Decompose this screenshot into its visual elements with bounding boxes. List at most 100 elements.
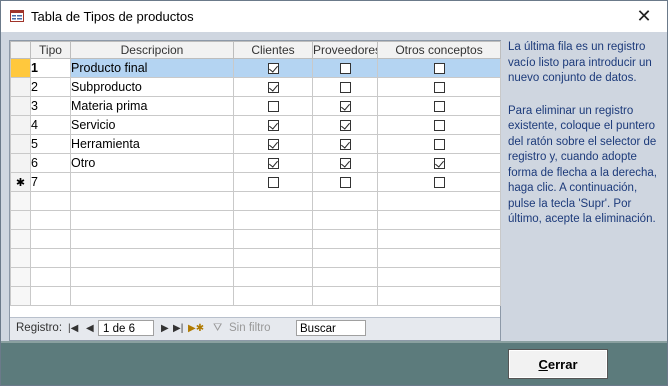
record-selector[interactable] [10, 153, 31, 173]
descripcion-cell[interactable]: Producto final [70, 58, 234, 78]
filter-status[interactable]: Sin filtro [229, 322, 271, 334]
empty-cell [70, 248, 234, 268]
tipo-cell[interactable]: 7 [30, 172, 71, 192]
empty-cell [312, 286, 378, 306]
first-record-icon[interactable]: |◀ [68, 323, 78, 334]
close-button-label: errar [547, 356, 578, 372]
column-header[interactable]: Descripcion [70, 41, 234, 59]
proveedores-checkbox[interactable] [339, 62, 351, 74]
otros-checkbox[interactable] [433, 138, 445, 150]
last-record-icon[interactable]: ▶| [173, 323, 183, 334]
otros-checkbox[interactable] [433, 176, 445, 188]
clientes-checkbox[interactable] [267, 81, 279, 93]
proveedores-checkbox[interactable] [339, 138, 351, 150]
prev-record-icon[interactable]: ◀ [86, 323, 94, 334]
table-row[interactable]: 5 Herramienta [10, 134, 501, 154]
proveedores-checkbox[interactable] [339, 100, 351, 112]
filter-icon[interactable]: ⛛ [213, 322, 222, 335]
tipo-cell[interactable]: 3 [30, 96, 71, 116]
descripcion-cell[interactable]: Materia prima [70, 96, 234, 116]
form-body: Tipo Descripcion Clientes Proveedores Ot… [1, 32, 667, 341]
table-row[interactable]: 2 Subproducto [10, 77, 501, 97]
record-selector[interactable] [10, 115, 31, 135]
empty-cell [30, 191, 71, 211]
record-number-field[interactable]: 1 de 6 [98, 320, 154, 336]
otros-checkbox[interactable] [433, 100, 445, 112]
otros-checkbox[interactable] [433, 157, 445, 169]
dialog-window: Tabla de Tipos de productos ✕ Tipo Descr… [0, 0, 668, 386]
proveedores-cell [312, 153, 378, 173]
proveedores-checkbox[interactable] [339, 157, 351, 169]
descripcion-cell[interactable]: Servicio [70, 115, 234, 135]
tipo-cell[interactable]: 4 [30, 115, 71, 135]
record-selector[interactable] [10, 58, 31, 78]
record-selector[interactable] [10, 134, 31, 154]
descripcion-cell[interactable]: Subproducto [70, 77, 234, 97]
clientes-checkbox[interactable] [267, 119, 279, 131]
proveedores-cell [312, 96, 378, 116]
clientes-cell [233, 115, 313, 135]
clientes-checkbox[interactable] [267, 138, 279, 150]
tipo-cell[interactable]: 1 [30, 58, 71, 78]
empty-cell [312, 229, 378, 249]
otros-cell [377, 134, 501, 154]
empty-cell [10, 191, 31, 211]
column-header[interactable]: Clientes [233, 41, 313, 59]
record-selector[interactable]: ✱ [10, 172, 31, 192]
tipo-cell[interactable]: 5 [30, 134, 71, 154]
close-icon[interactable]: ✕ [621, 1, 667, 32]
clientes-checkbox[interactable] [267, 100, 279, 112]
descripcion-cell[interactable]: Herramienta [70, 134, 234, 154]
search-input[interactable]: Buscar [296, 320, 366, 336]
new-record-icon[interactable]: ▶✱ [188, 323, 204, 334]
empty-cell [30, 267, 71, 287]
empty-cell [312, 267, 378, 287]
empty-row [10, 191, 501, 211]
close-button[interactable]: Cerrar [508, 349, 608, 379]
descripcion-cell[interactable] [70, 172, 234, 192]
help-paragraph: Para eliminar un registro existente, col… [508, 104, 657, 226]
clientes-cell [233, 96, 313, 116]
empty-cell [10, 210, 31, 230]
otros-checkbox[interactable] [433, 81, 445, 93]
empty-cell [312, 191, 378, 211]
empty-row [10, 229, 501, 249]
empty-cell [233, 267, 313, 287]
table-row[interactable]: 1 Producto final [10, 58, 501, 78]
column-header[interactable]: Otros conceptos [377, 41, 501, 59]
tipo-cell[interactable]: 2 [30, 77, 71, 97]
column-header[interactable]: Tipo [30, 41, 71, 59]
empty-cell [312, 210, 378, 230]
new-record-row[interactable]: ✱ 7 [10, 172, 501, 192]
record-selector[interactable] [10, 77, 31, 97]
tipo-cell[interactable]: 6 [30, 153, 71, 173]
clientes-cell [233, 58, 313, 78]
empty-cell [70, 210, 234, 230]
clientes-checkbox[interactable] [267, 176, 279, 188]
proveedores-cell [312, 77, 378, 97]
help-paragraph: La última fila es un registro vacío list… [508, 41, 652, 84]
next-record-icon[interactable]: ▶ [161, 323, 169, 334]
otros-cell [377, 77, 501, 97]
otros-cell [377, 172, 501, 192]
table-row[interactable]: 6 Otro [10, 153, 501, 173]
empty-cell [30, 229, 71, 249]
proveedores-checkbox[interactable] [339, 119, 351, 131]
empty-cell [377, 191, 501, 211]
record-navigator: Registro: |◀ ◀ 1 de 6 ▶ ▶| ▶✱ ⛛ Sin filt… [10, 317, 500, 340]
empty-cell [377, 248, 501, 268]
column-header[interactable]: Proveedores [312, 41, 378, 59]
table-row[interactable]: 3 Materia prima [10, 96, 501, 116]
descripcion-cell[interactable]: Otro [70, 153, 234, 173]
select-all-corner[interactable] [10, 41, 31, 59]
empty-cell [70, 229, 234, 249]
otros-checkbox[interactable] [433, 62, 445, 74]
proveedores-checkbox[interactable] [339, 176, 351, 188]
clientes-checkbox[interactable] [267, 62, 279, 74]
record-selector[interactable] [10, 96, 31, 116]
otros-checkbox[interactable] [433, 119, 445, 131]
clientes-checkbox[interactable] [267, 157, 279, 169]
otros-cell [377, 115, 501, 135]
proveedores-checkbox[interactable] [339, 81, 351, 93]
table-row[interactable]: 4 Servicio [10, 115, 501, 135]
